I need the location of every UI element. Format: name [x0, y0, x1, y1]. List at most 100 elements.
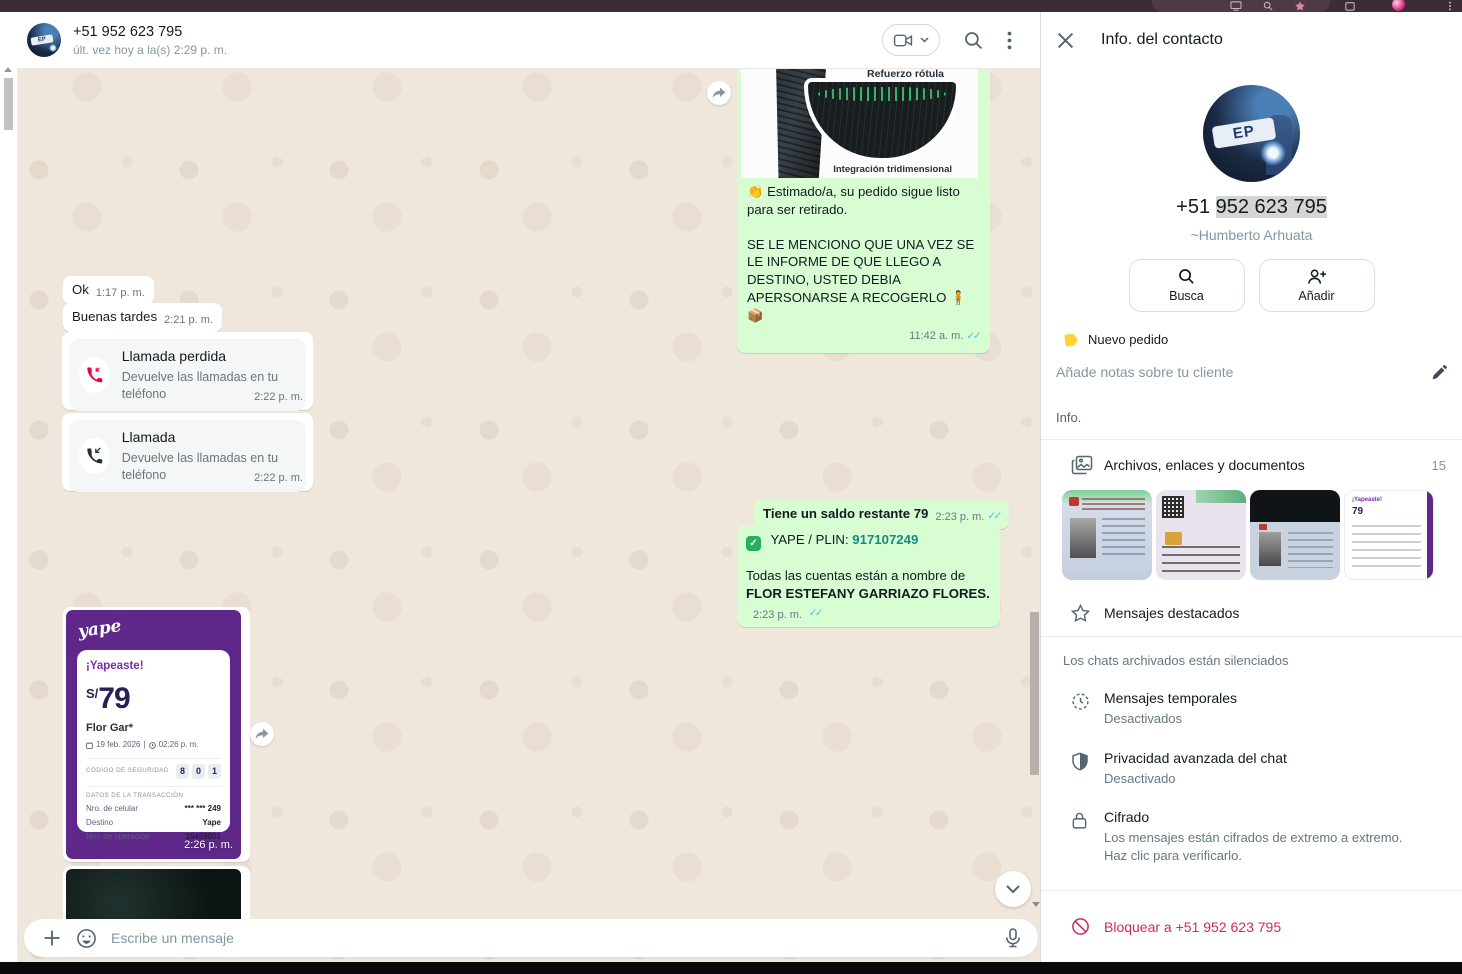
star-icon	[1071, 604, 1104, 622]
contact-identity[interactable]: +51 952 623 795 últ. vez hoy a la(s) 2:2…	[73, 24, 227, 57]
message-incoming-call[interactable]: Llamada Devuelve las llamadas en tu telé…	[62, 413, 313, 491]
product-image[interactable]: Refuerzo rótula Integración tridimension…	[741, 66, 978, 178]
message-time: 2:22 p. m.	[254, 390, 303, 405]
message-pedido[interactable]: Refuerzo rótula Integración tridimension…	[737, 62, 990, 353]
contact-profile-photo[interactable]: EP	[1203, 85, 1300, 182]
yape-date: 19 feb. 2026	[96, 740, 140, 751]
block-contact-row[interactable]: Bloquear a +51 952 623 795	[1071, 917, 1446, 936]
media-thumb-id-card-photo[interactable]	[1250, 490, 1340, 580]
mic-icon[interactable]	[1004, 928, 1022, 948]
scroll-to-bottom-button[interactable]	[995, 871, 1031, 907]
security-digit: 0	[192, 764, 205, 779]
contact-phone-number[interactable]: +51 952 623 795	[1041, 196, 1462, 219]
message-buenas-tardes[interactable]: Buenas tardes2:21 p. m.	[63, 303, 222, 332]
scrollbar-up-arrow[interactable]	[4, 67, 12, 72]
chat-scrollbar-down-arrow[interactable]	[1032, 902, 1040, 907]
video-call-button[interactable]	[882, 24, 940, 56]
kebab-menu-icon[interactable]	[1007, 31, 1012, 50]
add-contact-button[interactable]: Añadir	[1259, 259, 1375, 312]
thumb-art	[1352, 525, 1421, 571]
message-ok[interactable]: Ok1:17 p. m.	[63, 276, 154, 305]
contact-alias: ~Humberto Arhuata	[1041, 227, 1462, 243]
yape-logo: yape	[77, 615, 123, 644]
notes-placeholder[interactable]: Añade notas sobre tu cliente	[1056, 364, 1431, 380]
starred-messages-row[interactable]: Mensajes destacados	[1071, 604, 1446, 622]
setting-title: Privacidad avanzada del chat	[1104, 750, 1287, 766]
extensions-icon[interactable]	[1344, 1, 1356, 11]
thumb-art	[1288, 532, 1333, 568]
message-text-line1: 👏 Estimado/a, su pedido sigue listo para…	[747, 183, 979, 219]
message-time: 11:42 a. m.	[909, 329, 963, 344]
read-ticks-icon: ✓✓	[987, 509, 1000, 523]
customer-notes-row[interactable]: Añade notas sobre tu cliente	[1056, 364, 1447, 380]
yape-security-label: CÓDIGO DE SEGURIDAD	[86, 767, 169, 776]
setting-subtitle: Desactivado	[1104, 770, 1287, 788]
avatar-spark	[49, 44, 57, 52]
thumb-art	[1196, 490, 1246, 503]
search-in-chat-button[interactable]: Busca	[1129, 259, 1245, 312]
image-caption-bottom: Integración tridimensional	[833, 164, 952, 177]
close-icon[interactable]	[1057, 32, 1074, 49]
pencil-icon[interactable]	[1431, 364, 1447, 380]
phone-selected-text: 952 623 795	[1216, 196, 1327, 218]
thumb-art	[1102, 518, 1145, 560]
chevron-down-icon	[1006, 885, 1020, 894]
yape-receipt-image[interactable]: yape ¡Yapeaste! S/79 Flor Gar* 19 feb. 2…	[66, 610, 241, 859]
forward-message-button[interactable]	[250, 722, 274, 746]
yape-recipient: Flor Gar*	[86, 721, 221, 736]
browser-profile-avatar[interactable]	[1392, 0, 1405, 11]
scrollbar-thumb[interactable]	[4, 78, 13, 130]
composer-input[interactable]: Escribe un mensaje	[111, 930, 1004, 946]
thumb-art	[1162, 496, 1184, 518]
browser-menu-icon[interactable]	[1444, 1, 1456, 11]
attach-plus-icon[interactable]	[42, 928, 62, 948]
thumb-art	[1427, 491, 1433, 579]
media-thumb-yape-receipt[interactable]: ¡Yapeaste! 79	[1344, 490, 1434, 580]
search-icon[interactable]	[964, 31, 983, 50]
media-thumb-id-card-front[interactable]	[1062, 490, 1152, 580]
message-time: 1:17 p. m.	[96, 287, 145, 299]
bookmark-star-icon[interactable]	[1294, 1, 1306, 11]
thumb-yape-title: ¡Yapeaste!	[1352, 497, 1382, 503]
video-camera-icon	[893, 33, 913, 48]
tx-value: *** *** 249	[185, 804, 221, 815]
chat-scrollbar-thumb[interactable]	[1030, 612, 1039, 775]
yape-receipt-card: ¡Yapeaste! S/79 Flor Gar* 19 feb. 2026 |…	[77, 650, 230, 832]
customer-label-row[interactable]: Nuevo pedido	[1063, 332, 1462, 347]
info-section-heading: Info.	[1056, 410, 1462, 425]
message-composer[interactable]: Escribe un mensaje	[24, 919, 1038, 957]
encryption-row[interactable]: Cifrado Los mensajes están cifrados de e…	[1071, 809, 1446, 864]
cast-icon[interactable]	[1230, 1, 1242, 11]
thumb-art	[1070, 518, 1096, 558]
chat-panel: EP +51 952 623 795 últ. vez hoy a la(s) …	[17, 12, 1040, 962]
thumb-art	[1259, 524, 1267, 530]
thumb-art	[1082, 498, 1145, 510]
phone-prefix: +51	[1176, 196, 1215, 218]
thumb-art	[1165, 532, 1182, 545]
sticker-icon[interactable]	[76, 928, 97, 949]
message-yape-plin[interactable]: ✓ YAPE / PLIN: 917107249 Todas las cuent…	[737, 525, 1000, 627]
security-digit: 1	[208, 764, 221, 779]
thumb-art	[1069, 497, 1079, 506]
chevron-down-icon	[920, 37, 929, 43]
thumb-yape-amount: 79	[1352, 506, 1363, 517]
media-icon	[1071, 455, 1104, 475]
knit-detail-inset	[808, 82, 956, 158]
archived-muted-note: Los chats archivados están silenciados	[1063, 653, 1462, 668]
message-yape-receipt[interactable]: yape ¡Yapeaste! S/79 Flor Gar* 19 feb. 2…	[63, 607, 250, 862]
contact-avatar[interactable]: EP	[27, 23, 61, 57]
setting-title: Cifrado	[1104, 809, 1424, 825]
media-thumb-id-card-back[interactable]	[1156, 490, 1246, 580]
message-text: Buenas tardes	[72, 309, 157, 324]
yape-plin-number[interactable]: 917107249	[852, 532, 918, 547]
button-label: Añadir	[1298, 289, 1334, 303]
advanced-chat-privacy-row[interactable]: Privacidad avanzada del chat Desactivado	[1071, 750, 1446, 788]
media-links-docs-row[interactable]: Archivos, enlaces y documentos 15	[1071, 455, 1446, 475]
contact-last-seen: últ. vez hoy a la(s) 2:29 p. m.	[73, 43, 227, 57]
disappearing-messages-row[interactable]: Mensajes temporales Desactivados	[1071, 690, 1446, 728]
message-text: Tiene un saldo restante 79	[763, 505, 928, 523]
message-missed-call[interactable]: Llamada perdida Devuelve las llamadas en…	[62, 332, 313, 410]
forward-message-button[interactable]	[707, 81, 731, 105]
search-page-icon[interactable]	[1262, 1, 1274, 11]
yape-hour: 02:26 p. m.	[159, 740, 199, 751]
